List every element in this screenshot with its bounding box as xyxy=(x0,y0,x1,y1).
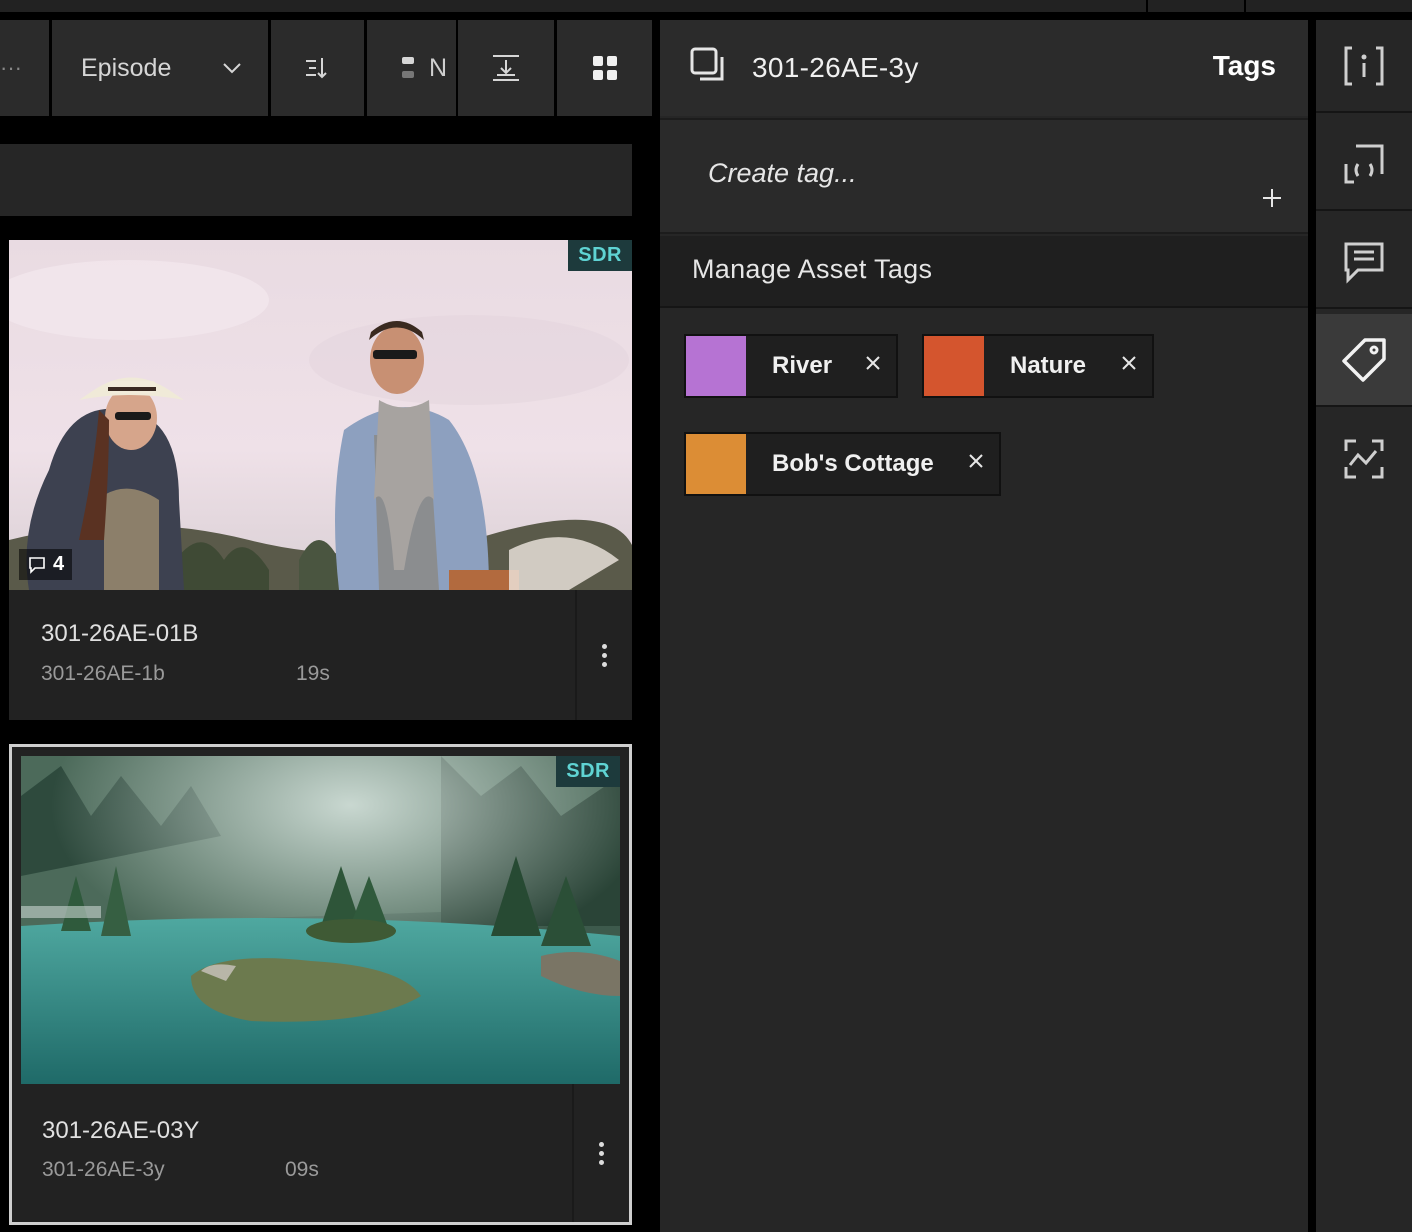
asset-menu-button[interactable] xyxy=(572,1084,629,1222)
more-label: ··· xyxy=(0,55,22,80)
comment-icon xyxy=(29,556,45,574)
info-icon xyxy=(1344,46,1384,85)
asset-subtitle: 301-26AE-3y xyxy=(42,1158,165,1181)
tag-color-swatch xyxy=(686,336,746,396)
asset-icon xyxy=(690,47,728,90)
top-divider xyxy=(1146,0,1148,12)
grid-icon xyxy=(592,56,617,80)
tag-icon xyxy=(1342,337,1386,382)
comments-tab-button[interactable] xyxy=(1316,216,1412,309)
tag-chip[interactable]: Nature xyxy=(922,334,1154,398)
fit-thumbnails-button[interactable] xyxy=(458,20,554,116)
panel-title: Tags xyxy=(1212,50,1276,81)
panel-header: 301-26AE-3y Tags xyxy=(660,20,1308,116)
more-options-button[interactable]: ··· xyxy=(0,20,49,116)
sdr-badge: SDR xyxy=(556,756,620,787)
asset-duration: 19s xyxy=(296,662,330,685)
fit-height-icon xyxy=(493,55,519,81)
frame-icon xyxy=(1344,144,1384,183)
asset-card[interactable]: SDR 4 301-26AE-01B 301-26AE-1b 19s xyxy=(9,240,632,720)
sort-order-button[interactable] xyxy=(271,20,364,116)
remove-tag-button[interactable] xyxy=(967,452,985,475)
info-tab-button[interactable] xyxy=(1316,20,1412,113)
kebab-icon xyxy=(602,642,607,669)
group-by-label: Episode xyxy=(81,53,172,82)
plus-icon xyxy=(1263,189,1281,207)
tags-panel: 301-26AE-3y Tags Create tag... Manage As… xyxy=(660,20,1308,1232)
frame-tab-button[interactable] xyxy=(1316,118,1412,211)
filter-bar[interactable] xyxy=(0,144,632,216)
name-sort-icon xyxy=(402,57,414,78)
remove-tag-button[interactable] xyxy=(1120,354,1138,377)
tag-color-swatch xyxy=(924,336,984,396)
asset-duration: 09s xyxy=(285,1158,319,1181)
close-icon xyxy=(1122,356,1136,370)
asset-name: 301-26AE-3y xyxy=(752,52,919,83)
comment-count-badge[interactable]: 4 xyxy=(19,549,73,580)
tag-chip[interactable]: Bob's Cottage xyxy=(684,432,1001,496)
couple-walking-image xyxy=(9,240,632,590)
asset-subtitle: 301-26AE-1b xyxy=(41,662,165,685)
asset-info: 301-26AE-03Y 301-26AE-3y 09s xyxy=(12,1084,572,1222)
sdr-badge: SDR xyxy=(568,240,632,271)
group-by-dropdown[interactable]: Episode xyxy=(52,20,268,116)
top-divider xyxy=(1244,0,1246,12)
tag-color-swatch xyxy=(686,434,746,494)
asset-title: 301-26AE-01B xyxy=(41,620,199,647)
tag-name: Nature xyxy=(1010,352,1087,379)
top-strip xyxy=(0,0,1412,12)
asset-title: 301-26AE-03Y xyxy=(42,1117,200,1144)
tag-chip[interactable]: River xyxy=(684,334,898,398)
manage-asset-tags-button[interactable]: Manage Asset Tags xyxy=(660,236,1308,308)
kebab-icon xyxy=(599,1140,604,1167)
asset-thumbnail[interactable]: SDR 4 xyxy=(9,240,632,590)
close-icon xyxy=(866,356,880,370)
side-rail xyxy=(1316,20,1412,1232)
tags-tab-button[interactable] xyxy=(1316,314,1412,407)
comment-count: 4 xyxy=(53,553,65,575)
close-icon xyxy=(969,454,983,468)
asset-info: 301-26AE-01B 301-26AE-1b 19s xyxy=(9,590,575,720)
tag-name: Bob's Cottage xyxy=(772,450,934,477)
add-tag-button[interactable] xyxy=(1262,184,1282,214)
asset-menu-button[interactable] xyxy=(575,590,632,720)
asset-thumbnail[interactable]: SDR xyxy=(21,756,620,1084)
compare-tab-button[interactable] xyxy=(1316,412,1412,505)
lake-image xyxy=(21,756,620,1084)
grid-view-button[interactable] xyxy=(557,20,652,116)
chevron-down-icon xyxy=(223,63,241,74)
comments-icon xyxy=(1344,242,1384,284)
remove-tag-button[interactable] xyxy=(864,354,882,377)
tag-name: River xyxy=(772,352,833,379)
asset-card-selected[interactable]: SDR 301-26AE-03Y 301-26AE-3y 09s xyxy=(9,744,632,1225)
manage-asset-tags-label: Manage Asset Tags xyxy=(692,254,933,284)
create-tag-field[interactable]: Create tag... xyxy=(660,118,1308,234)
create-tag-input[interactable]: Create tag... xyxy=(708,158,857,189)
compare-icon xyxy=(1344,439,1384,478)
sort-by-label: N xyxy=(429,53,448,82)
sort-icon xyxy=(305,58,327,79)
toolbar: ··· Episode N xyxy=(0,20,652,116)
sort-by-name-button[interactable]: N xyxy=(367,20,456,116)
